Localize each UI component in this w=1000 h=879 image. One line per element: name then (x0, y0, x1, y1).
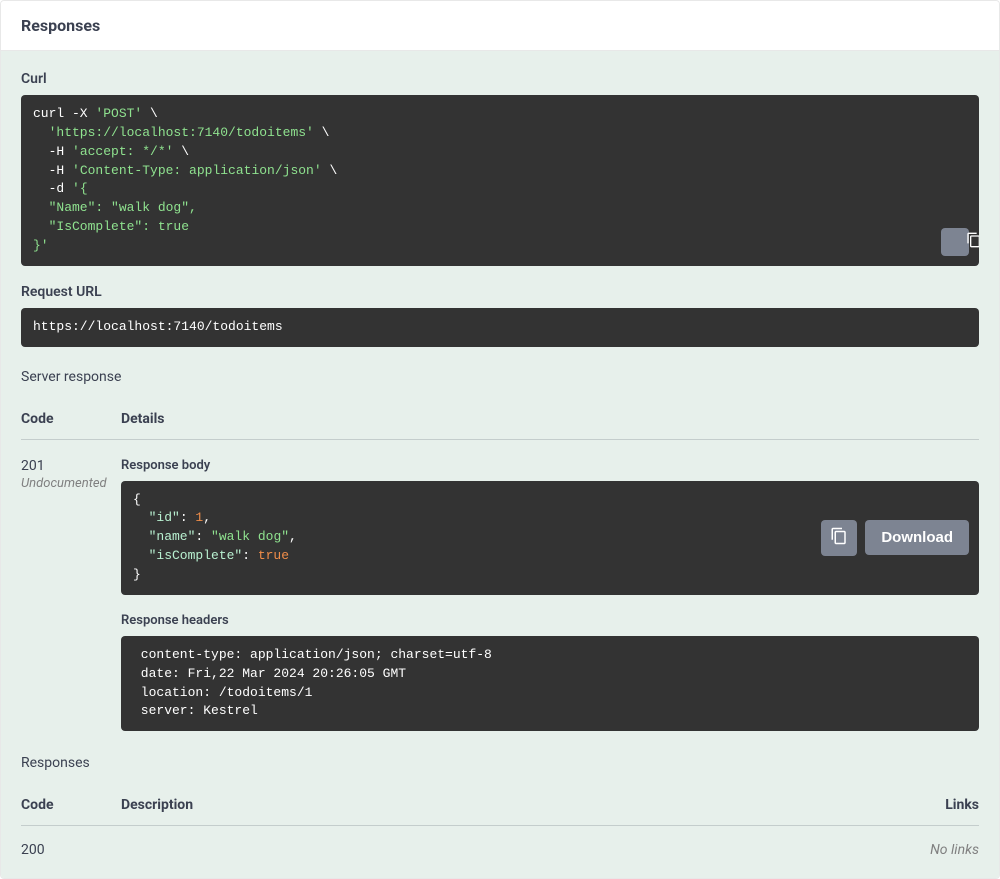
server-response-label: Server response (21, 369, 979, 385)
col-header-description: Description (121, 797, 889, 813)
curl-text: 'https://localhost:7140/todoitems' (33, 125, 314, 140)
curl-text: \ (142, 106, 158, 121)
response-headers-label: Response headers (121, 613, 979, 628)
col-header-code: Code (21, 797, 121, 813)
curl-text: -H (33, 144, 72, 159)
panel-body: Curl curl -X 'POST' \ 'https://localhost… (1, 51, 999, 878)
curl-text: '{ (72, 181, 88, 196)
curl-text: 'Content-Type: application/json' (72, 163, 322, 178)
response-body-wrapper: { "id": 1, "name": "walk dog", "isComple… (121, 481, 979, 595)
curl-text: "Name": "walk dog", (33, 200, 197, 215)
panel-title: Responses (21, 16, 979, 35)
clipboard-icon (928, 217, 979, 266)
json-text: , (289, 529, 297, 544)
curl-text: 'accept: */*' (72, 144, 173, 159)
json-value: "walk dog" (211, 529, 289, 544)
headers-text: content-type: application/json; charset=… (133, 647, 500, 719)
responses-label: Responses (21, 755, 979, 771)
curl-text: \ (314, 125, 330, 140)
json-key: "isComplete" (133, 548, 242, 563)
curl-label: Curl (21, 71, 979, 87)
responses-panel: Responses Curl curl -X 'POST' \ 'https:/… (0, 0, 1000, 879)
col-header-code: Code (21, 411, 121, 427)
curl-code-block: curl -X 'POST' \ 'https://localhost:7140… (21, 95, 979, 266)
curl-text: -H (33, 163, 72, 178)
json-value: true (258, 548, 289, 563)
clipboard-icon (830, 527, 848, 548)
curl-text: \ (173, 144, 189, 159)
json-key: "id" (133, 510, 180, 525)
response-code: 200 (21, 842, 121, 858)
download-button[interactable]: Download (865, 520, 969, 555)
col-header-links: Links (889, 797, 979, 813)
json-text: : (195, 529, 211, 544)
table-row: 201 Undocumented Response body { "id": 1… (21, 440, 979, 732)
copy-response-button[interactable] (821, 520, 857, 556)
curl-text: "IsComplete": true (33, 219, 189, 234)
json-text: , (203, 510, 211, 525)
curl-text: curl -X (33, 106, 95, 121)
panel-header: Responses (1, 1, 999, 51)
response-undocumented: Undocumented (21, 476, 121, 491)
request-url-block: https://localhost:7140/todoitems (21, 308, 979, 347)
json-text: : (242, 548, 258, 563)
response-body-actions: Download (821, 520, 969, 556)
json-text: } (133, 567, 141, 582)
request-url-label: Request URL (21, 284, 979, 300)
table-header: Code Details (21, 399, 979, 440)
curl-text: 'POST' (95, 106, 142, 121)
response-status-code: 201 (21, 458, 121, 474)
col-header-details: Details (121, 411, 979, 427)
json-text: { (133, 492, 141, 507)
json-key: "name" (133, 529, 195, 544)
curl-text: \ (322, 163, 338, 178)
request-url-value: https://localhost:7140/todoitems (33, 319, 283, 334)
response-headers-code: content-type: application/json; charset=… (121, 636, 979, 731)
response-code-cell: 201 Undocumented (21, 458, 121, 732)
curl-text: }' (33, 238, 49, 253)
response-details-cell: Response body { "id": 1, "name": "walk d… (121, 458, 979, 732)
server-response-table: Code Details 201 Undocumented Response b… (21, 399, 979, 732)
response-body-label: Response body (121, 458, 979, 473)
response-description (121, 842, 889, 858)
responses-table: Code Description Links 200 No links (21, 785, 979, 858)
copy-curl-button[interactable] (941, 228, 969, 256)
table-header: Code Description Links (21, 785, 979, 826)
json-text: : (180, 510, 196, 525)
curl-text: -d (33, 181, 72, 196)
response-links: No links (889, 842, 979, 858)
